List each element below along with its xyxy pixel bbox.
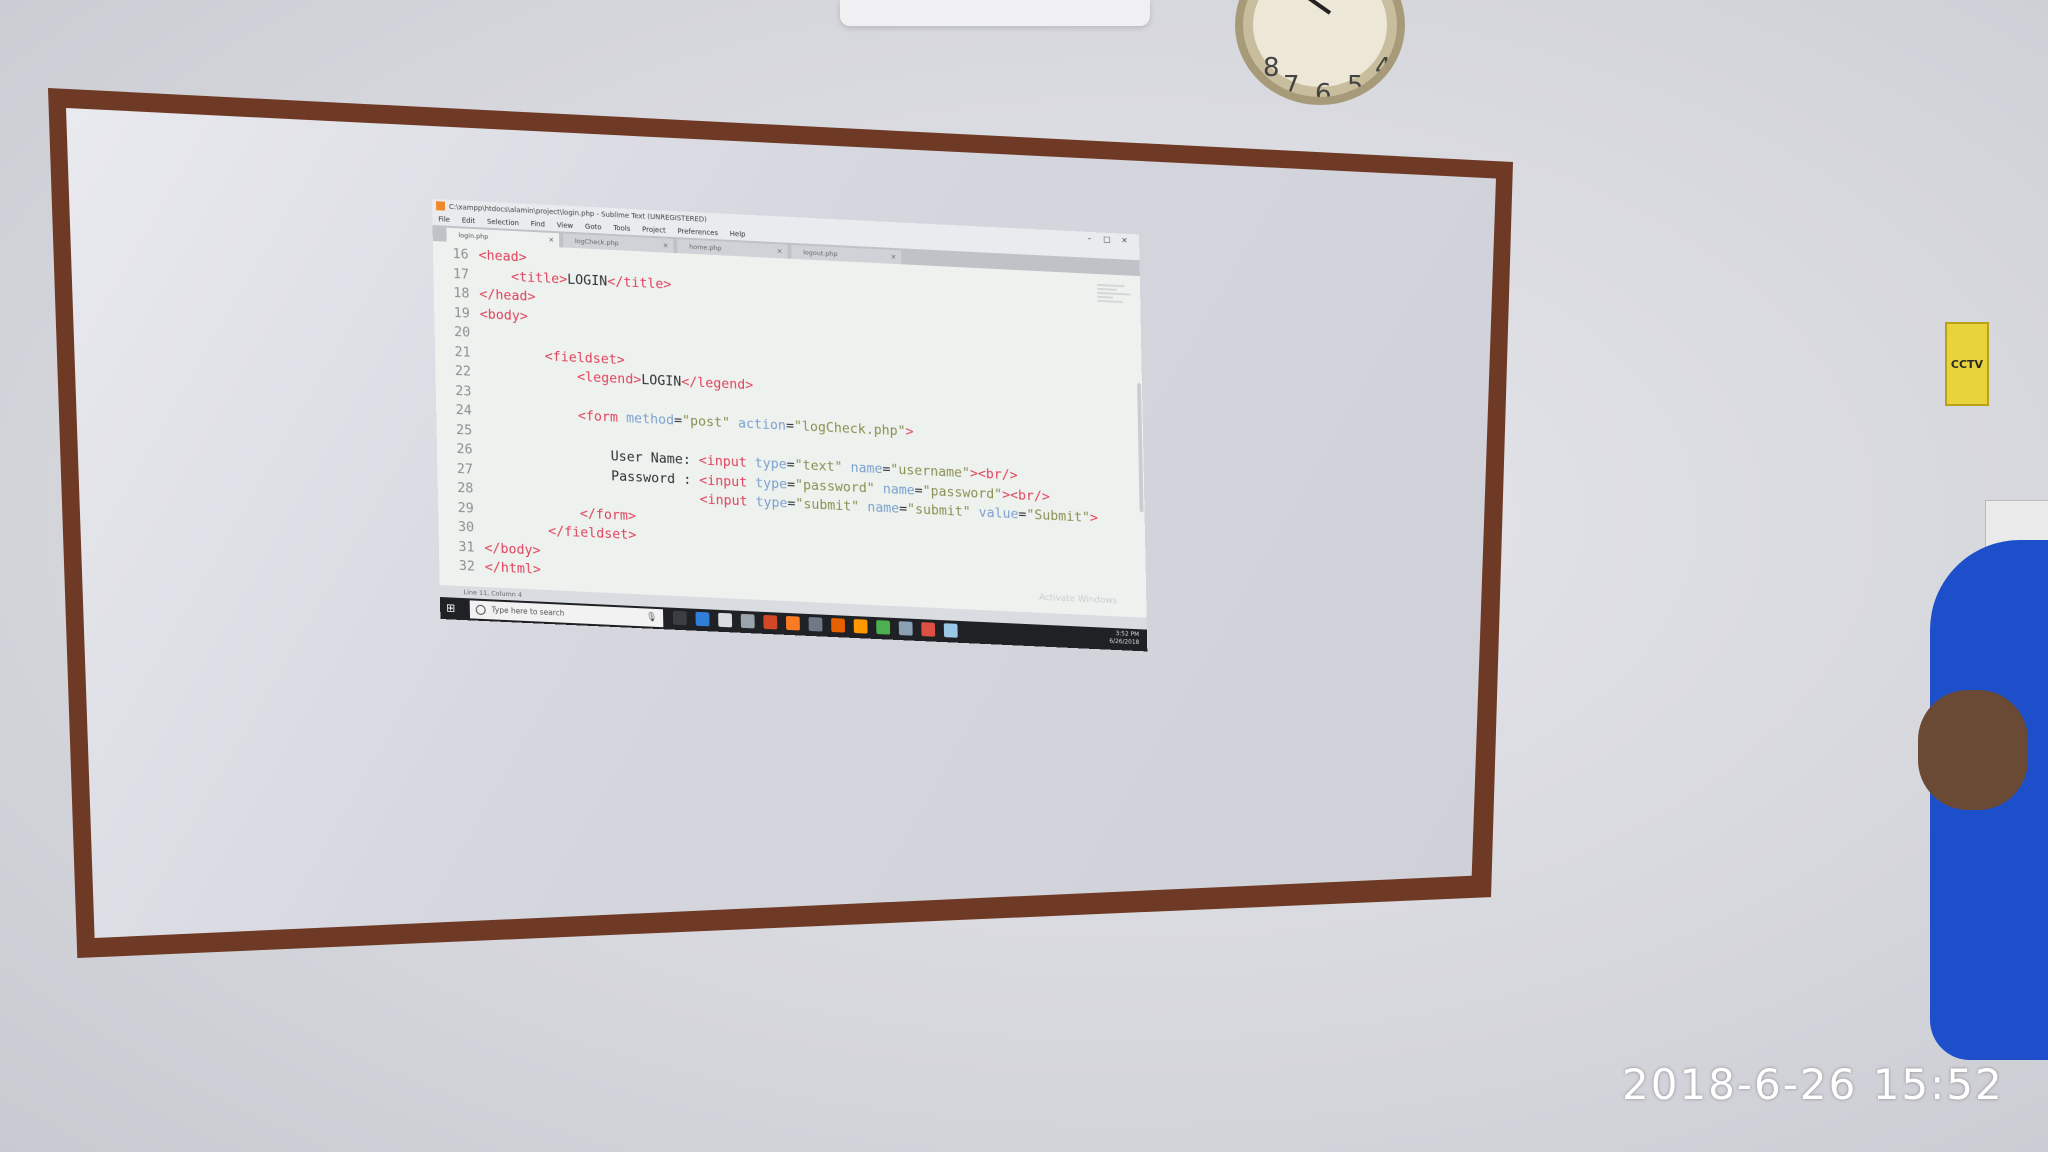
- line-number: 22: [454, 362, 472, 380]
- line-code: <head>: [478, 247, 527, 266]
- menu-view[interactable]: View: [557, 221, 574, 230]
- code-line[interactable]: 23: [436, 382, 482, 401]
- cortana-icon: [475, 604, 486, 616]
- tab-label: home.php: [689, 242, 722, 253]
- code-line[interactable]: 16 <head>: [433, 245, 527, 267]
- sublime-app-icon: [435, 201, 446, 211]
- photos-icon[interactable]: [876, 620, 891, 635]
- menu-preferences[interactable]: Preferences: [677, 227, 718, 237]
- menu-project[interactable]: Project: [642, 225, 666, 234]
- line-number: 19: [453, 304, 470, 322]
- line-number: 21: [454, 343, 471, 361]
- xampp-icon[interactable]: [785, 615, 800, 631]
- line-code: </html>: [484, 559, 542, 578]
- search-placeholder: Type here to search: [491, 605, 565, 618]
- minimize-button[interactable]: –: [1080, 231, 1098, 246]
- task-view-icon[interactable]: [672, 610, 687, 626]
- menu-selection[interactable]: Selection: [487, 218, 519, 228]
- line-number: 25: [455, 421, 473, 439]
- code-editor[interactable]: 16 <head> 17 <title>LOGIN</title> 18 </head>…: [432, 241, 1147, 618]
- line-number: 31: [458, 538, 475, 556]
- tab-label: logCheck.php: [574, 237, 619, 248]
- menu-find[interactable]: Find: [531, 220, 545, 229]
- microphone-icon[interactable]: 🎙: [646, 608, 658, 626]
- minimap[interactable]: [1097, 282, 1137, 324]
- line-number: 26: [456, 440, 473, 458]
- line-number: 29: [457, 499, 474, 517]
- code-line[interactable]: 25: [436, 421, 482, 440]
- close-button[interactable]: ×: [1116, 233, 1134, 248]
- code-line[interactable]: 19 <body>: [434, 304, 528, 326]
- notepad-icon[interactable]: [943, 623, 958, 638]
- tiles-icon[interactable]: [808, 616, 823, 632]
- line-code: </body>: [484, 539, 541, 559]
- line-number: 23: [455, 382, 472, 400]
- menu-edit[interactable]: Edit: [462, 216, 476, 225]
- activate-windows-watermark: Activate Windows: [1038, 592, 1118, 607]
- line-code: <body>: [479, 305, 529, 325]
- code-line[interactable]: 18 </head>: [434, 284, 536, 306]
- chrome-icon[interactable]: [921, 622, 936, 637]
- line-number: 27: [456, 460, 474, 478]
- cursor-position: Line 11, Column 4: [463, 588, 523, 599]
- tab-close-icon[interactable]: ×: [890, 250, 896, 264]
- tab-label: login.php: [458, 231, 489, 241]
- store-icon[interactable]: [740, 613, 755, 629]
- line-number: 28: [457, 479, 474, 497]
- projector-housing: [840, 0, 1150, 26]
- edge-icon[interactable]: [695, 611, 710, 627]
- firefox-icon[interactable]: [831, 618, 846, 633]
- tab-label: logout.php: [803, 248, 838, 259]
- projected-screen: C:\xampp\htdocs\alamin\project\login.php…: [432, 199, 1148, 652]
- menu-goto[interactable]: Goto: [585, 223, 602, 232]
- cctv-warning-sign: CCTV: [1945, 322, 1989, 406]
- menu-tools[interactable]: Tools: [613, 224, 630, 233]
- code-line[interactable]: 32 </html>: [439, 557, 541, 579]
- start-button[interactable]: ⊞: [446, 601, 458, 615]
- line-number: 20: [453, 323, 471, 341]
- line-code: <form method="post" action="logCheck.php…: [577, 407, 914, 440]
- code-line[interactable]: 24 <form method="post" action="logCheck.…: [436, 401, 914, 441]
- code-line[interactable]: 31 </body>: [439, 538, 541, 560]
- system-tray[interactable]: 3:52 PM 6/26/2018: [1109, 630, 1139, 647]
- explorer-icon[interactable]: [718, 612, 733, 628]
- person-arm: [1918, 690, 2028, 810]
- tab-close-icon[interactable]: ×: [548, 233, 554, 247]
- line-code: <legend>LOGIN</legend>: [577, 368, 754, 394]
- code-line[interactable]: 20: [434, 323, 480, 342]
- menu-file[interactable]: File: [438, 215, 450, 224]
- sublime-icon[interactable]: [853, 619, 868, 634]
- line-code: </head>: [479, 286, 536, 305]
- office-icon[interactable]: [763, 614, 778, 630]
- tab-close-icon[interactable]: ×: [777, 244, 783, 258]
- line-number: 32: [458, 557, 476, 575]
- line-number: 24: [455, 401, 472, 419]
- tab-close-icon[interactable]: ×: [663, 238, 669, 252]
- photo-timestamp: 2018-6-26 15:52: [1622, 1060, 2004, 1109]
- maximize-button[interactable]: □: [1098, 232, 1116, 247]
- line-number: 30: [457, 518, 475, 536]
- line-number: 17: [452, 265, 470, 283]
- mountain-icon[interactable]: [898, 621, 913, 636]
- menu-help[interactable]: Help: [730, 230, 746, 239]
- line-number: 18: [453, 284, 470, 302]
- tray-date: 6/26/2018: [1109, 637, 1140, 647]
- line-number: 16: [452, 245, 469, 263]
